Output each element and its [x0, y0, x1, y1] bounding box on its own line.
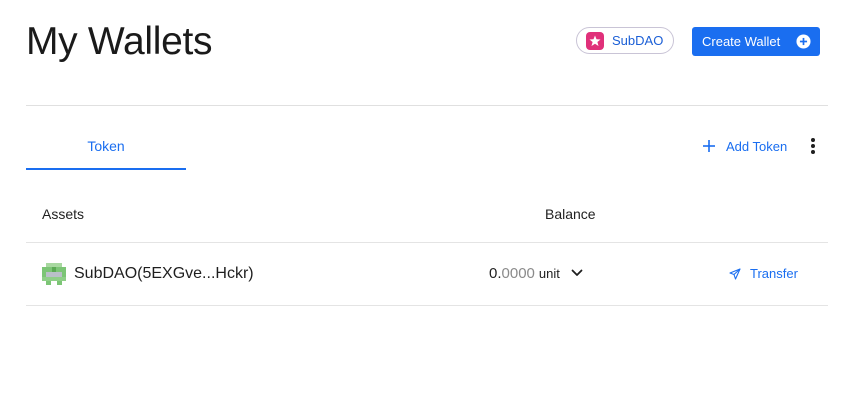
- identicon-avatar: [42, 263, 66, 285]
- table-row: SubDAO(5EXGve...Hckr): [42, 263, 254, 285]
- transfer-button[interactable]: Transfer: [729, 266, 798, 281]
- table-header-divider: [26, 242, 828, 243]
- plus-circle-icon: [796, 34, 811, 49]
- tab-token[interactable]: Token: [26, 128, 186, 170]
- send-icon: [729, 267, 741, 280]
- tab-active-indicator: [26, 168, 186, 170]
- column-header-assets: Assets: [42, 206, 85, 222]
- create-wallet-label: Create Wallet: [702, 34, 781, 49]
- transfer-label: Transfer: [750, 266, 798, 281]
- create-wallet-button[interactable]: Create Wallet: [692, 27, 820, 56]
- chevron-down-icon[interactable]: [570, 266, 584, 280]
- header-divider: [26, 105, 828, 106]
- table-row-divider: [26, 305, 828, 306]
- balance-decimal: 0000: [501, 264, 535, 282]
- add-token-label: Add Token: [726, 138, 788, 154]
- balance-integer: 0.: [489, 264, 502, 282]
- add-token-button[interactable]: Add Token: [702, 136, 787, 156]
- network-selector[interactable]: SubDAO: [576, 27, 674, 54]
- tab-token-label: Token: [87, 138, 125, 154]
- column-header-balance: Balance: [545, 206, 596, 222]
- asset-name: SubDAO(5EXGve...Hckr): [74, 265, 254, 282]
- wallets-page: My Wallets SubDAO Create Wallet Token Ad…: [0, 0, 841, 402]
- page-title: My Wallets: [26, 20, 213, 63]
- balance-cell: 0. 0000 unit: [489, 263, 584, 283]
- kebab-menu-icon[interactable]: [804, 136, 822, 156]
- star-logo-icon: [586, 31, 604, 50]
- network-label: SubDAO: [612, 33, 664, 48]
- balance-unit: unit: [538, 265, 560, 281]
- plus-icon: [703, 140, 715, 152]
